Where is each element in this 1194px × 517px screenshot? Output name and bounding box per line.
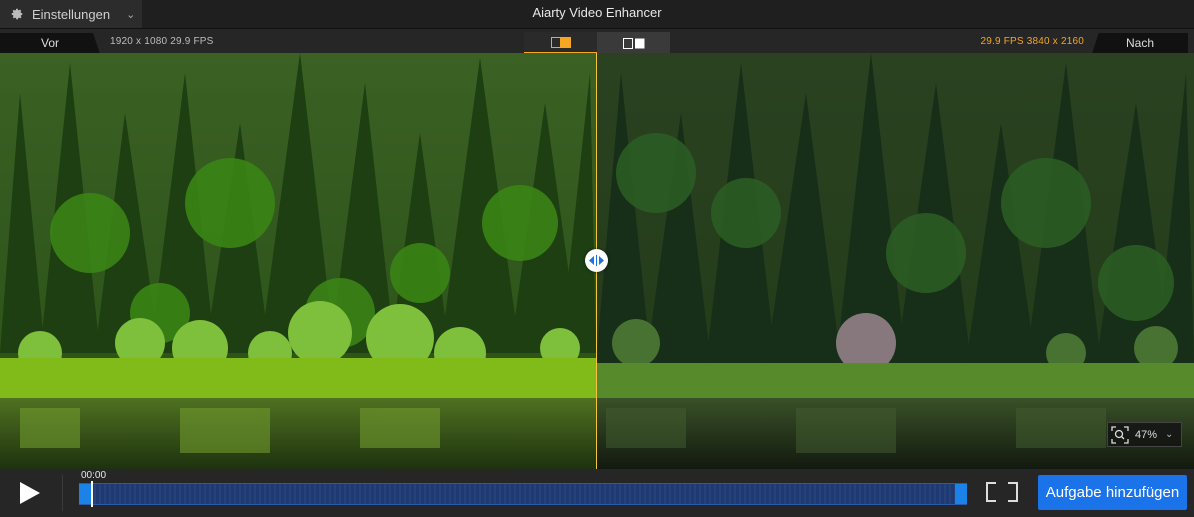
output-info: 29.9 FPS 3840 x 2160	[980, 36, 1084, 47]
timeline-track[interactable]	[79, 481, 967, 507]
trim-start-handle[interactable]	[79, 484, 91, 504]
mark-out-button[interactable]	[1008, 482, 1018, 502]
side-by-side-icon	[622, 37, 644, 49]
after-frame	[596, 53, 1194, 469]
trim-end-handle[interactable]	[955, 484, 967, 504]
gear-icon	[11, 8, 23, 20]
video-preview[interactable]: 47% ⌄	[0, 53, 1194, 469]
playback-bar: 00:00 Aufgabe hinzufügen	[0, 469, 1194, 517]
current-time: 00:00	[81, 470, 107, 481]
drag-arrows-icon	[589, 255, 604, 266]
settings-label: Einstellungen	[32, 6, 111, 22]
mark-in-button[interactable]	[986, 482, 996, 502]
play-button[interactable]	[12, 477, 48, 509]
zoom-level: 47%	[1135, 428, 1158, 441]
settings-menu-button[interactable]: Einstellungen ⌄	[0, 0, 142, 28]
playhead[interactable]	[91, 481, 93, 507]
zoom-control[interactable]: 47% ⌄	[1107, 422, 1182, 447]
play-icon	[20, 482, 40, 504]
add-task-button[interactable]: Aufgabe hinzufügen	[1038, 475, 1187, 510]
divider-drag-handle[interactable]	[585, 249, 608, 272]
split-view-icon	[550, 36, 571, 48]
before-frame	[0, 53, 596, 469]
source-info: 1920 x 1080 29.9 FPS	[110, 36, 214, 47]
title-bar: Einstellungen ⌄ Aiarty Video Enhancer	[0, 0, 1194, 28]
side-by-side-view-button[interactable]	[597, 32, 670, 54]
after-label: Nach	[1092, 33, 1188, 54]
chevron-down-icon: ⌄	[126, 8, 136, 21]
divider	[62, 475, 63, 511]
split-view-button[interactable]	[524, 32, 597, 54]
zoom-icon	[1111, 425, 1129, 444]
app-title: Aiarty Video Enhancer	[532, 5, 662, 20]
compare-info-bar: Vor 1920 x 1080 29.9 FPS 29.9 FPS 3840 x…	[0, 28, 1194, 54]
before-label: Vor	[0, 33, 100, 54]
chevron-down-icon: ⌄	[1165, 429, 1174, 440]
